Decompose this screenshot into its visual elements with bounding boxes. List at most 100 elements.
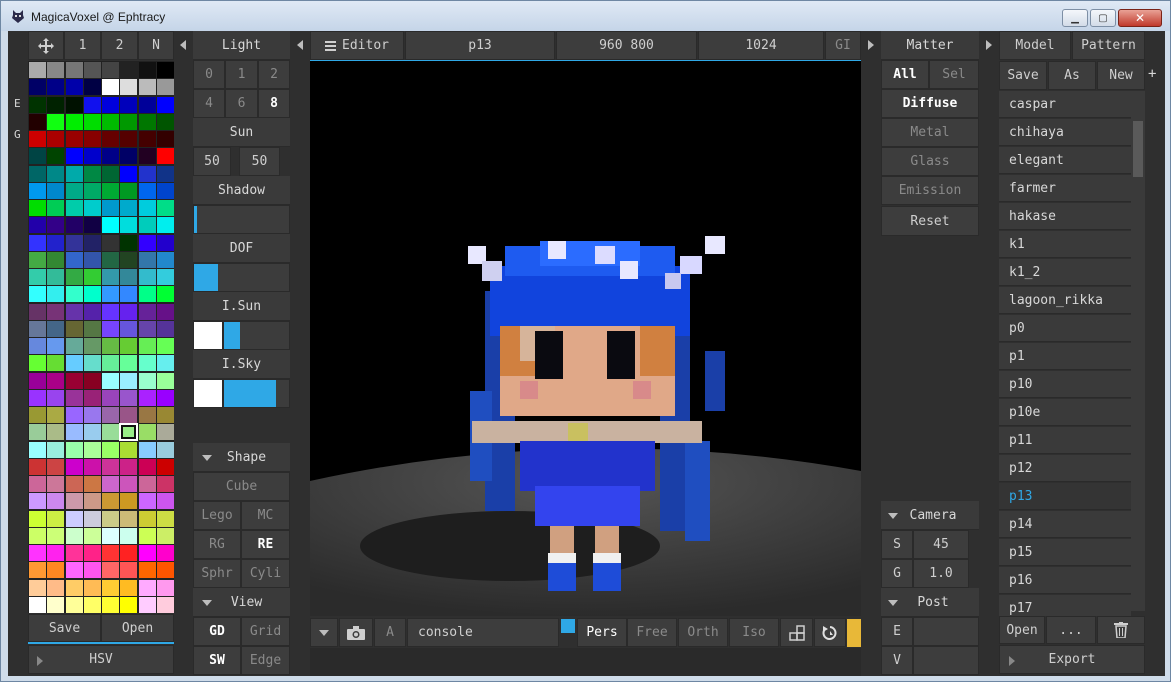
palette-color-swatch[interactable]: [156, 355, 174, 372]
model-save-as-button[interactable]: As: [1048, 61, 1096, 90]
palette-color-swatch[interactable]: [156, 458, 174, 475]
palette-color-swatch[interactable]: [65, 510, 83, 527]
palette-color-swatch[interactable]: [29, 217, 46, 234]
palette-color-swatch[interactable]: [120, 562, 138, 579]
palette-color-swatch[interactable]: [47, 389, 65, 406]
palette-color-swatch[interactable]: [29, 407, 46, 423]
palette-color-swatch[interactable]: [102, 338, 119, 354]
palette-color-swatch[interactable]: [83, 165, 101, 182]
model-list-item[interactable]: farmer: [999, 175, 1131, 202]
palette-color-swatch[interactable]: [47, 562, 65, 579]
palette-color-swatch[interactable]: [120, 62, 138, 78]
emission-material-button[interactable]: Emission: [881, 176, 979, 205]
camera-header[interactable]: Camera: [881, 501, 979, 530]
palette-color-swatch[interactable]: [102, 269, 119, 285]
palette-color-swatch[interactable]: [138, 372, 156, 389]
palette-color-swatch[interactable]: [65, 355, 83, 372]
palette-color-swatch[interactable]: [65, 234, 83, 251]
palette-color-swatch[interactable]: [29, 269, 46, 285]
material-reset-button[interactable]: Reset: [881, 206, 979, 236]
palette-color-swatch[interactable]: [83, 596, 101, 613]
shape-mc-button[interactable]: MC: [241, 501, 290, 530]
palette-open-button[interactable]: Open: [101, 614, 174, 642]
a-button[interactable]: A: [374, 618, 406, 647]
palette-color-swatch[interactable]: [29, 441, 46, 458]
palette-color-swatch[interactable]: [83, 579, 101, 596]
palette-color-swatch[interactable]: [83, 217, 101, 234]
palette-color-swatch[interactable]: [138, 182, 156, 199]
palette-color-swatch[interactable]: [120, 355, 138, 372]
palette-color-swatch[interactable]: [156, 424, 174, 441]
palette-color-swatch[interactable]: [47, 545, 65, 561]
palette-color-swatch[interactable]: [47, 200, 65, 216]
expand-model-icon[interactable]: [986, 40, 992, 50]
palette-color-swatch[interactable]: [156, 510, 174, 527]
palette-color-swatch[interactable]: [83, 269, 101, 285]
palette-color-swatch[interactable]: [29, 303, 46, 320]
model-list-item[interactable]: p10: [999, 371, 1131, 398]
palette-tab-1[interactable]: 1: [64, 31, 101, 60]
palette-color-swatch[interactable]: [83, 372, 101, 389]
model-list-item[interactable]: caspar: [999, 91, 1131, 118]
palette-save-button[interactable]: Save: [28, 614, 101, 642]
model-list-item[interactable]: p16: [999, 567, 1131, 594]
palette-color-swatch[interactable]: [156, 131, 174, 147]
palette-color-swatch[interactable]: [138, 424, 156, 441]
palette-color-swatch[interactable]: [29, 251, 46, 268]
palette-color-swatch[interactable]: [47, 182, 65, 199]
viewport-menu-button[interactable]: [310, 618, 338, 647]
palette-color-swatch[interactable]: [120, 234, 138, 251]
palette-color-swatch[interactable]: [102, 286, 119, 303]
palette-color-swatch[interactable]: [102, 407, 119, 423]
palette-color-swatch[interactable]: [156, 545, 174, 561]
palette-color-swatch[interactable]: [47, 527, 65, 544]
palette-color-swatch[interactable]: [156, 269, 174, 285]
palette-color-swatch[interactable]: [29, 320, 46, 337]
shape-lego-button[interactable]: Lego: [193, 501, 241, 530]
view-grid-button[interactable]: Grid: [241, 617, 290, 646]
palette-color-swatch[interactable]: [83, 303, 101, 320]
palette-color-swatch[interactable]: [47, 510, 65, 527]
palette-color-swatch[interactable]: [102, 596, 119, 613]
palette-color-swatch[interactable]: [138, 407, 156, 423]
palette-color-swatch[interactable]: [138, 234, 156, 251]
palette-color-swatch[interactable]: [102, 113, 119, 130]
palette-color-swatch[interactable]: [83, 355, 101, 372]
palette-color-swatch[interactable]: [138, 148, 156, 165]
palette-color-swatch[interactable]: [102, 165, 119, 182]
view-sw-button[interactable]: SW: [193, 646, 241, 675]
light-preset-0[interactable]: 0: [193, 60, 225, 89]
palette-color-swatch[interactable]: [138, 493, 156, 510]
palette-color-swatch[interactable]: [102, 493, 119, 510]
shape-header[interactable]: Shape: [193, 443, 290, 472]
palette-color-swatch[interactable]: [47, 476, 65, 492]
palette-color-swatch[interactable]: [65, 476, 83, 492]
palette-color-swatch[interactable]: [156, 493, 174, 510]
palette-color-swatch[interactable]: [156, 389, 174, 406]
reset-camera-button[interactable]: [814, 618, 846, 647]
palette-color-swatch[interactable]: [120, 148, 138, 165]
palette-color-swatch[interactable]: [83, 96, 101, 113]
palette-color-swatch[interactable]: [83, 200, 101, 216]
model-name-field[interactable]: p13: [405, 31, 555, 60]
palette-color-swatch[interactable]: [156, 62, 174, 78]
sun-angle-1-field[interactable]: 50: [193, 147, 231, 176]
shape-sphr-button[interactable]: Sphr: [193, 559, 241, 588]
model-list-scrollbar[interactable]: [1131, 91, 1145, 611]
palette-color-swatch[interactable]: [47, 596, 65, 613]
palette-color-swatch[interactable]: [47, 407, 65, 423]
view-gd-button[interactable]: GD: [193, 617, 241, 646]
palette-color-swatch[interactable]: [138, 389, 156, 406]
palette-color-swatch[interactable]: [47, 217, 65, 234]
palette-color-swatch[interactable]: [65, 251, 83, 268]
palette-color-swatch[interactable]: [120, 596, 138, 613]
palette-color-swatch[interactable]: [47, 441, 65, 458]
editor-menu-button[interactable]: Editor: [310, 31, 404, 60]
palette-color-swatch[interactable]: [120, 545, 138, 561]
palette-color-swatch[interactable]: [29, 286, 46, 303]
palette-color-swatch[interactable]: [29, 562, 46, 579]
palette-color-swatch[interactable]: [138, 320, 156, 337]
palette-color-swatch[interactable]: [120, 372, 138, 389]
palette-color-swatch[interactable]: [83, 493, 101, 510]
i-sky-color-swatch[interactable]: [193, 379, 223, 408]
